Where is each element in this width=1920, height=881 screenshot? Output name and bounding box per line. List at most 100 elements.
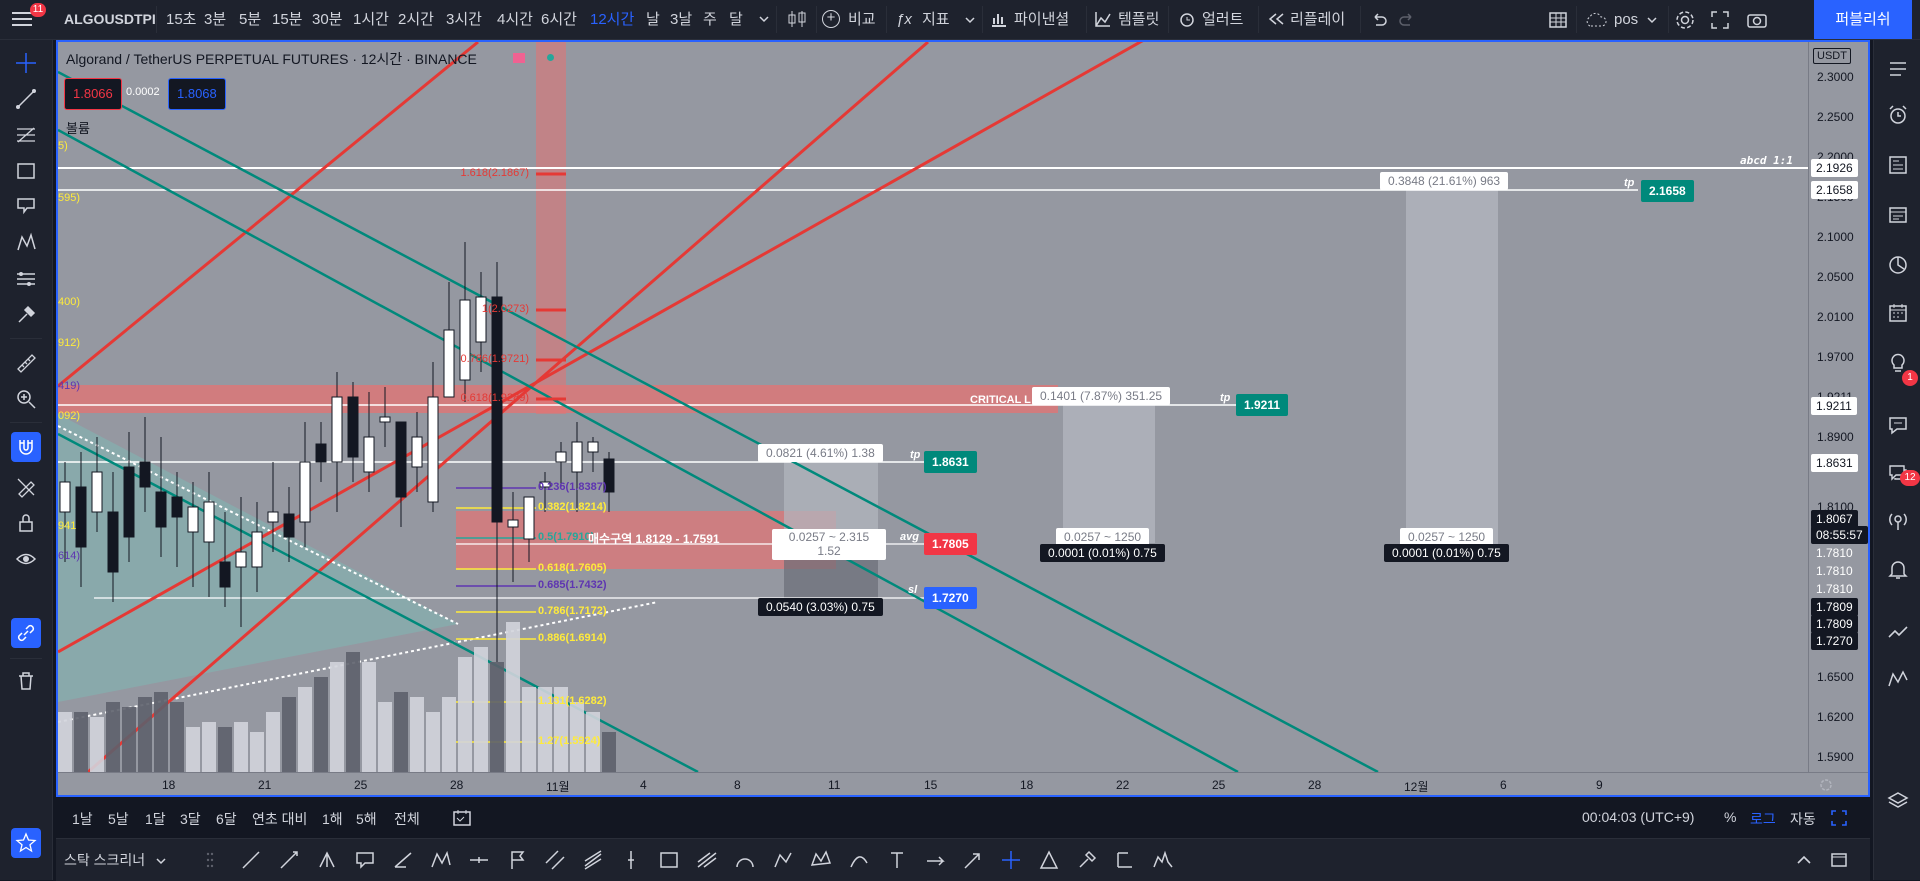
replay-button[interactable]: 리플레이 <box>1268 0 1356 39</box>
pitchfork-icon[interactable] <box>314 847 340 873</box>
layout-save-button[interactable]: pos <box>1584 0 1664 39</box>
fib-channel-icon[interactable] <box>694 847 720 873</box>
interval-8[interactable]: 4시간 <box>497 0 533 39</box>
rectangle-icon[interactable] <box>656 847 682 873</box>
fib-arc-icon[interactable] <box>732 847 758 873</box>
drag-handle-icon[interactable] <box>206 851 214 869</box>
buy-price-button[interactable]: 1.8068 <box>168 78 226 110</box>
avg-badge[interactable]: 1.7805 <box>924 533 977 555</box>
interval-7[interactable]: 3시간 <box>446 0 482 39</box>
alarm-clock-icon[interactable] <box>1885 102 1911 128</box>
interval-5[interactable]: 1시간 <box>353 0 389 39</box>
flag-marker-icon[interactable] <box>504 847 530 873</box>
tp-badge-top[interactable]: 2.1658 <box>1641 180 1694 202</box>
chart-pane[interactable]: Algorand / TetherUS PERPETUAL FUTURES · … <box>56 40 1870 797</box>
undo-icon[interactable] <box>1370 11 1388 29</box>
crosshair-icon[interactable] <box>13 50 39 76</box>
link-icon[interactable] <box>11 618 41 648</box>
head-shoulders-icon[interactable] <box>1150 847 1176 873</box>
tp-badge-mid[interactable]: 1.9211 <box>1236 394 1289 416</box>
streams-icon[interactable] <box>1885 508 1911 534</box>
notifications-bell-icon[interactable] <box>1885 556 1911 582</box>
crosshair-icon[interactable] <box>998 847 1024 873</box>
interval-6[interactable]: 2시간 <box>398 0 434 39</box>
ray-icon[interactable] <box>276 847 302 873</box>
interval-9[interactable]: 6시간 <box>541 0 577 39</box>
axis-settings-icon[interactable] <box>1818 777 1834 793</box>
watchlist-icon[interactable] <box>1885 56 1911 82</box>
price-axis[interactable]: USDT 2.30002.25002.20002.15002.10002.050… <box>1808 42 1868 782</box>
parallel-channel-icon[interactable] <box>542 847 568 873</box>
compare-button[interactable]: + 비교 <box>822 0 882 39</box>
calendar-icon[interactable] <box>1885 300 1911 326</box>
rectangle-icon[interactable] <box>13 158 39 184</box>
xabcd-pattern-icon[interactable] <box>808 847 834 873</box>
candle-style-icon[interactable] <box>786 8 808 30</box>
interval-10[interactable]: 12시간 <box>590 0 634 39</box>
trend-line-icon[interactable] <box>13 86 39 112</box>
camera-icon[interactable] <box>1746 10 1768 30</box>
templates-button[interactable]: 템플릿 <box>1094 0 1164 39</box>
interval-11[interactable]: 날 <box>646 0 660 39</box>
trash-icon[interactable] <box>13 668 39 694</box>
chart-drawings[interactable] <box>58 42 1808 772</box>
magnet-icon[interactable] <box>11 432 41 462</box>
log-toggle[interactable]: 로그 <box>1750 809 1776 829</box>
interval-14[interactable]: 달 <box>729 0 743 39</box>
range-button[interactable]: 3달 <box>180 809 201 829</box>
alerts-button[interactable]: 얼러트 <box>1178 0 1250 39</box>
percent-toggle[interactable]: % <box>1724 809 1736 825</box>
chevron-down-icon[interactable] <box>758 12 770 24</box>
maximize-icon[interactable] <box>1830 809 1848 827</box>
hotlist-icon[interactable] <box>1885 252 1911 278</box>
interval-3[interactable]: 15분 <box>272 0 303 39</box>
range-button[interactable]: 6달 <box>216 809 237 829</box>
stock-screener-tab[interactable]: 스탁 스크리너 <box>64 839 166 881</box>
range-button[interactable]: 1해 <box>322 809 343 829</box>
forecast-icon[interactable] <box>13 266 39 292</box>
abcd-pattern-icon[interactable] <box>428 847 454 873</box>
indicators-button[interactable]: ƒx 지표 <box>896 0 978 39</box>
range-button[interactable]: 연초 대비 <box>252 809 307 829</box>
horizontal-line-icon[interactable] <box>466 847 492 873</box>
triangle-pattern-icon[interactable] <box>1036 847 1062 873</box>
arrow-icon[interactable] <box>960 847 986 873</box>
clock-label[interactable]: 00:04:03 (UTC+9) <box>1582 809 1694 825</box>
star-icon[interactable] <box>11 828 41 858</box>
news-icon[interactable] <box>1885 152 1911 178</box>
regression-icon[interactable] <box>580 847 606 873</box>
range-button[interactable]: 5해 <box>356 809 377 829</box>
redo-icon[interactable] <box>1398 11 1416 29</box>
trend-line-icon[interactable] <box>238 847 264 873</box>
polyline-icon[interactable] <box>770 847 796 873</box>
range-button[interactable]: 5날 <box>108 809 129 829</box>
lock-icon[interactable] <box>13 510 39 536</box>
interval-12[interactable]: 3날 <box>670 0 692 39</box>
fullscreen-icon[interactable] <box>1710 10 1730 30</box>
sl-badge[interactable]: 1.7270 <box>924 587 977 609</box>
ruler-icon[interactable] <box>13 350 39 376</box>
layers-icon[interactable] <box>1885 788 1911 814</box>
chevron-up-icon[interactable] <box>1796 853 1812 867</box>
range-button[interactable]: 1날 <box>72 809 93 829</box>
time-axis[interactable]: 18 21 25 28 11월 4 8 11 15 18 22 25 28 12월 6 9 <box>58 772 1868 795</box>
interval-2[interactable]: 5분 <box>239 0 261 39</box>
gear-icon[interactable] <box>1674 9 1696 31</box>
symbol-search[interactable]: ALGOUSDTPI <box>64 0 156 39</box>
fib-retracement-icon[interactable] <box>13 122 39 148</box>
long-position-icon[interactable] <box>922 847 948 873</box>
interval-1[interactable]: 3분 <box>204 0 226 39</box>
date-price-range-icon[interactable] <box>1112 847 1138 873</box>
brush-icon[interactable] <box>1074 847 1100 873</box>
callout-icon[interactable] <box>352 847 378 873</box>
interval-4[interactable]: 30분 <box>312 0 343 39</box>
interval-13[interactable]: 주 <box>703 0 717 39</box>
chat-icon[interactable] <box>1885 412 1911 438</box>
curve-icon[interactable] <box>846 847 872 873</box>
pulse-icon[interactable] <box>1885 666 1911 692</box>
vertical-line-icon[interactable] <box>618 847 644 873</box>
panel-maximize-icon[interactable] <box>1830 852 1848 868</box>
interval-0[interactable]: 15초 <box>166 0 197 39</box>
sell-price-button[interactable]: 1.8066 <box>64 78 122 110</box>
zoom-in-icon[interactable] <box>13 386 39 412</box>
